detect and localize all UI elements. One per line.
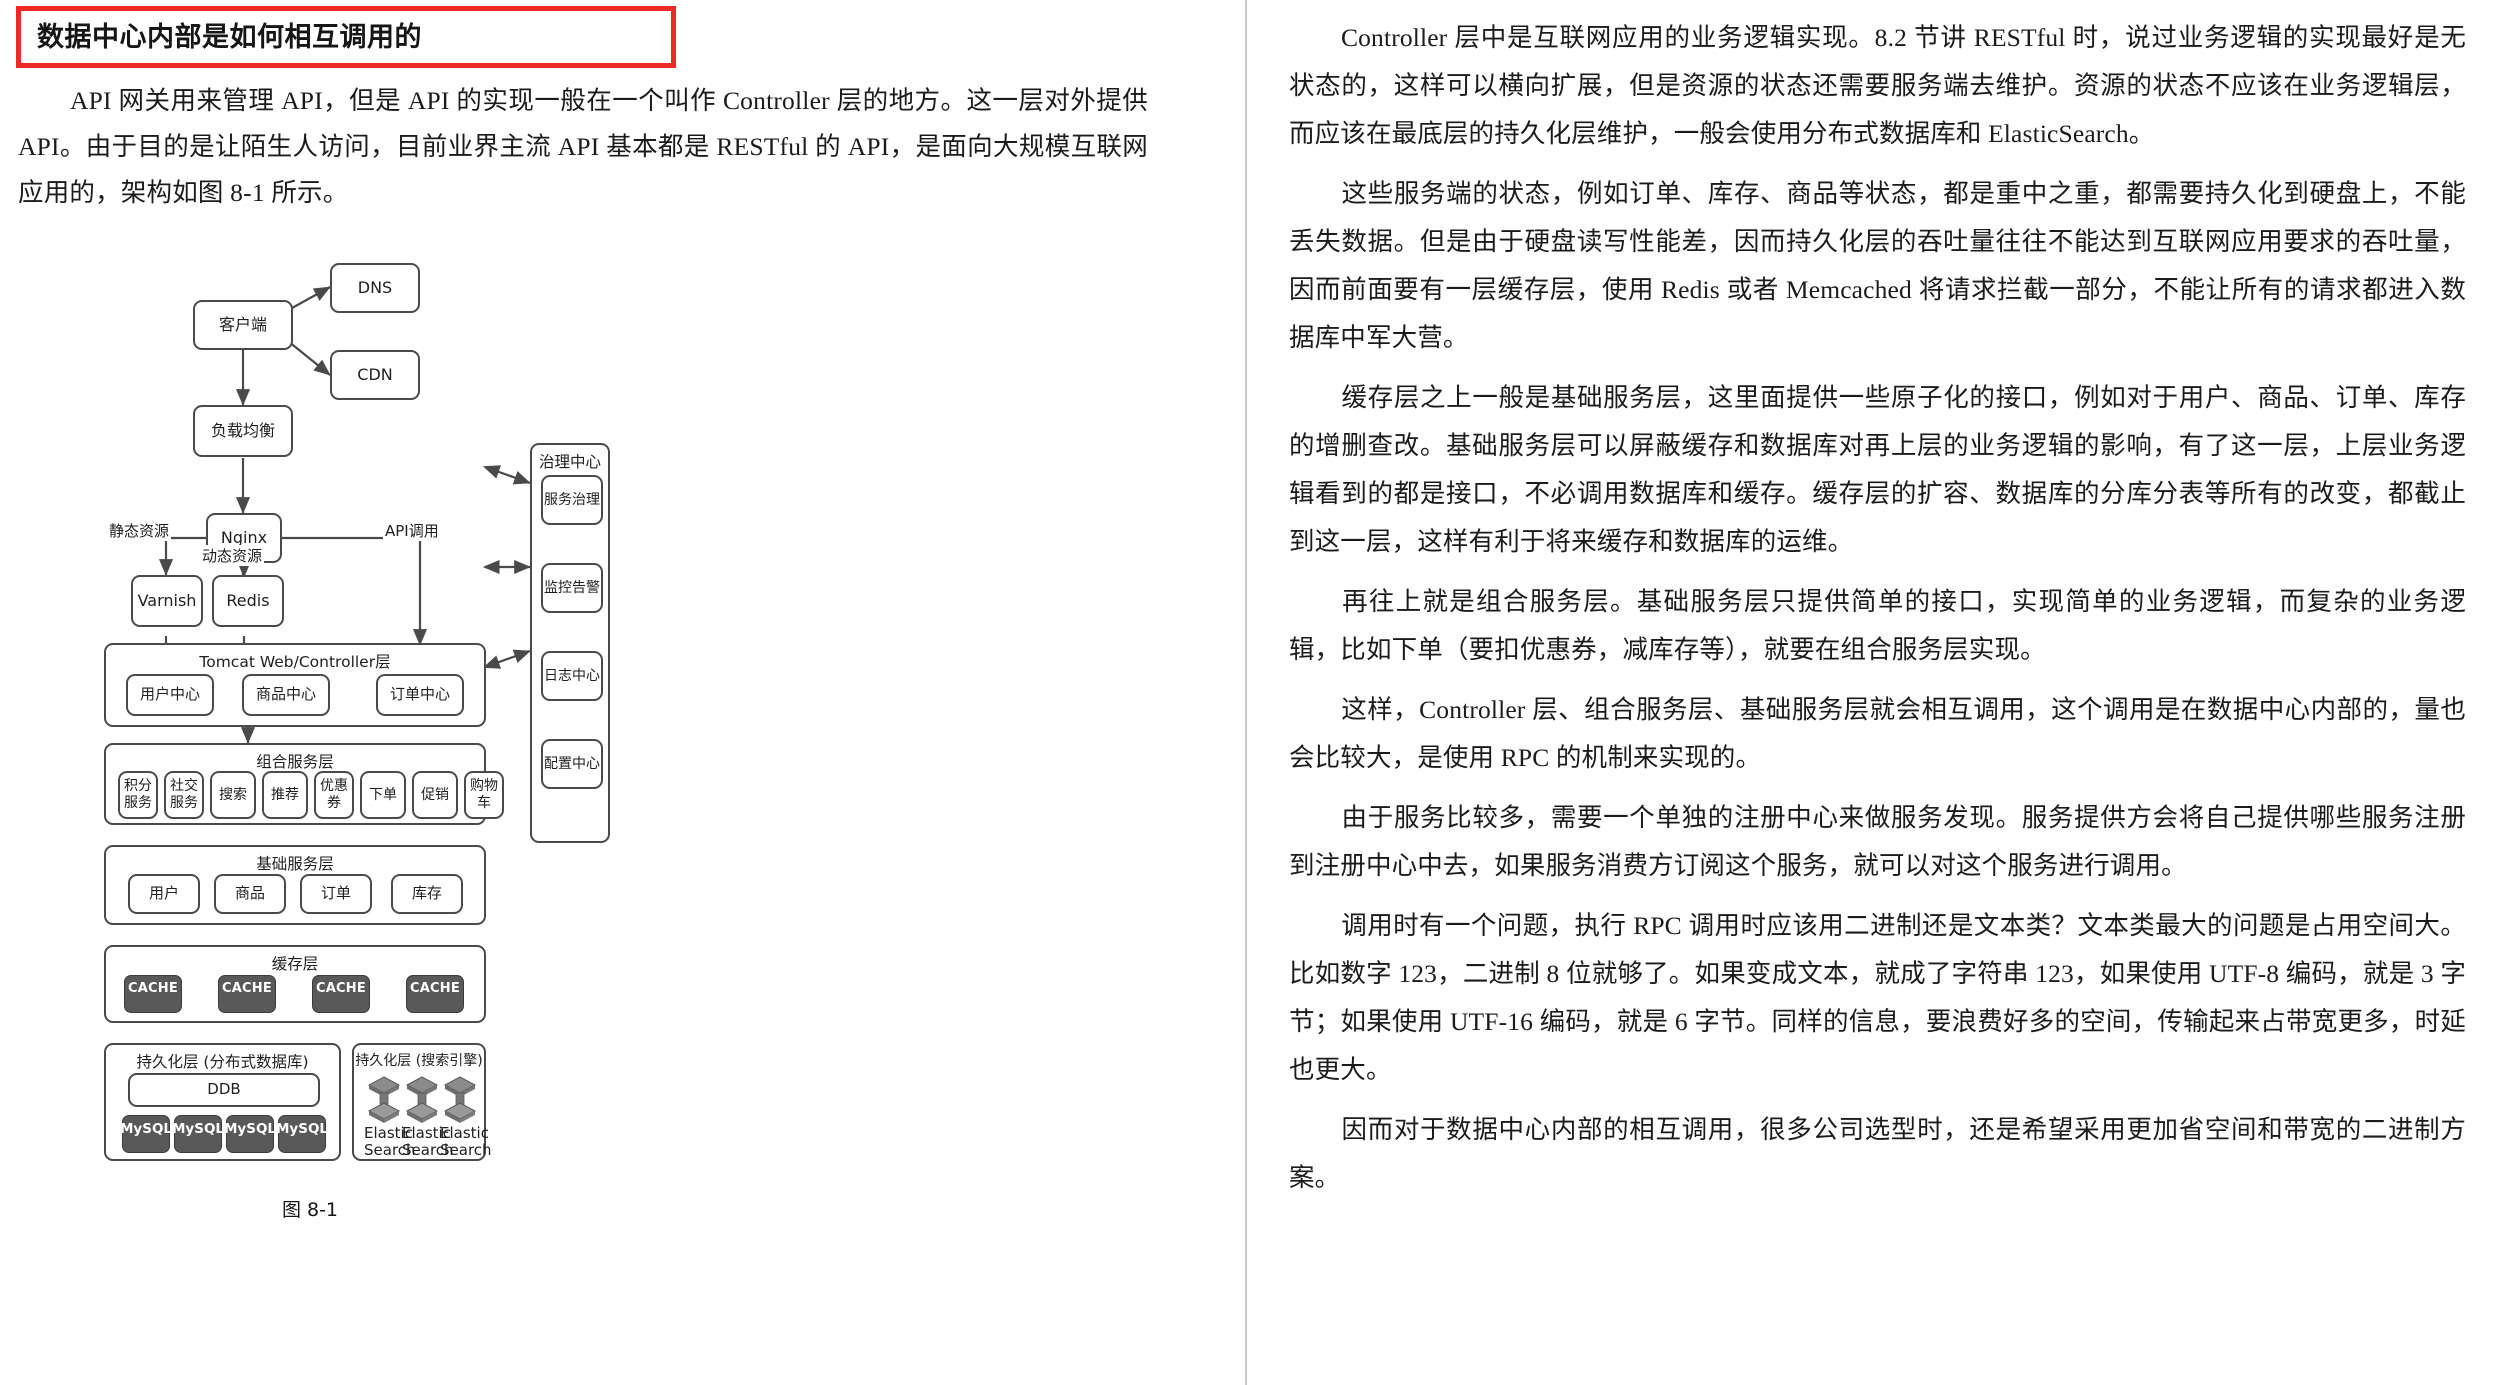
composite-item-social-service: 社交 服务	[164, 771, 204, 819]
cache-chip: CACHE	[406, 975, 464, 1013]
body-paragraph-text: 再往上就是组合服务层。基础服务层只提供简单的接口，实现简单的业务逻辑，而复杂的业…	[1289, 587, 2466, 664]
body-paragraph-text: 因而对于数据中心内部的相互调用，很多公司选型时，还是希望采用更加省空间和带宽的二…	[1289, 1115, 2466, 1192]
mysql-chip: MySQL	[120, 1115, 172, 1153]
governance-item-monitoring-alert: 监控告警	[541, 563, 603, 613]
controller-item-user-center: 用户中心	[126, 674, 214, 716]
body-paragraph: 再往上就是组合服务层。基础服务层只提供简单的接口，实现简单的业务逻辑，而复杂的业…	[1289, 578, 2466, 674]
intro-text: API 网关用来管理 API，但是 API 的实现一般在一个叫作 Control…	[18, 86, 1148, 207]
mysql-chip: MySQL	[276, 1115, 328, 1153]
intro-paragraph: API 网关用来管理 API，但是 API 的实现一般在一个叫作 Control…	[18, 78, 1148, 216]
mysql-chip: MySQL	[224, 1115, 276, 1153]
layer-cache: 缓存层 CACHE CACHE CACHE CACHE	[104, 945, 486, 1023]
governance-item-config-center: 配置中心	[541, 739, 603, 789]
body-paragraph-text: 调用时有一个问题，执行 RPC 调用时应该用二进制还是文本类？文本类最大的问题是…	[1289, 911, 2466, 1084]
basic-item-product: 商品	[214, 874, 286, 914]
edge-label-static-resource: 静态资源	[107, 520, 172, 541]
body-paragraph-text: Controller 层中是互联网应用的业务逻辑实现。8.2 节讲 RESTfu…	[1289, 23, 2466, 148]
body-paragraph: 这些服务端的状态，例如订单、库存、商品等状态，都是重中之重，都需要持久化到硬盘上…	[1289, 170, 2466, 362]
layer-controller-title: Tomcat Web/Controller层	[199, 653, 391, 671]
layer-basic-service: 基础服务层 用户 商品 订单 库存	[104, 845, 486, 925]
page-title: 数据中心内部是如何相互调用的	[37, 21, 422, 53]
layer-composite-service-title: 组合服务层	[256, 753, 334, 771]
node-varnish: Varnish	[131, 575, 203, 627]
document-page: 数据中心内部是如何相互调用的 API 网关用来管理 API，但是 API 的实现…	[0, 0, 2502, 1385]
layer-governance-center-title: 治理中心	[538, 453, 601, 471]
layer-basic-service-title: 基础服务层	[256, 855, 334, 873]
elasticsearch-label: Elastic Search	[402, 1124, 454, 1160]
composite-item-search: 搜索	[210, 771, 256, 819]
basic-item-inventory: 库存	[391, 874, 463, 914]
body-paragraph: 这样，Controller 层、组合服务层、基础服务层就会相互调用，这个调用是在…	[1289, 686, 2466, 782]
elasticsearch-label: Elastic Search	[364, 1124, 416, 1160]
body-paragraph-text: 由于服务比较多，需要一个单独的注册中心来做服务发现。服务提供方会将自己提供哪些服…	[1289, 803, 2466, 880]
governance-item-service-governance: 服务治理	[541, 475, 603, 525]
edge-label-dynamic-resource: 动态资源	[200, 545, 265, 566]
composite-item-recommend: 推荐	[262, 771, 308, 819]
body-paragraph-text: 这些服务端的状态，例如订单、库存、商品等状态，都是重中之重，都需要持久化到硬盘上…	[1289, 179, 2466, 352]
body-paragraph: Controller 层中是互联网应用的业务逻辑实现。8.2 节讲 RESTfu…	[1289, 14, 2466, 158]
body-paragraph: 因而对于数据中心内部的相互调用，很多公司选型时，还是希望采用更加省空间和带宽的二…	[1289, 1106, 2466, 1202]
node-dns: DNS	[330, 263, 420, 313]
composite-item-place-order: 下单	[360, 771, 406, 819]
layer-persistence-search: 持久化层 (搜索引擎) Elastic Search Elastic Searc…	[352, 1043, 492, 1161]
layer-persistence-search-title: 持久化层 (搜索引擎)	[355, 1053, 483, 1069]
composite-item-shopping-cart: 购物 车	[464, 771, 504, 819]
body-paragraph-text: 这样，Controller 层、组合服务层、基础服务层就会相互调用，这个调用是在…	[1289, 695, 2466, 772]
cache-chip: CACHE	[124, 975, 182, 1013]
layer-controller: Tomcat Web/Controller层 用户中心 商品中心 订单中心	[104, 643, 486, 727]
basic-item-user: 用户	[128, 874, 200, 914]
composite-item-points-service: 积分 服务	[118, 771, 158, 819]
edge-label-api-call: API调用	[383, 520, 441, 541]
node-redis: Redis	[212, 575, 284, 627]
section-heading-highlight: 数据中心内部是如何相互调用的	[16, 6, 676, 68]
figure-caption: 图 8-1	[281, 1199, 339, 1221]
node-load-balancer: 负载均衡	[193, 405, 293, 457]
node-ddb: DDB	[128, 1073, 320, 1107]
controller-item-product-center: 商品中心	[242, 674, 330, 716]
elasticsearch-label: Elastic Search	[440, 1124, 492, 1160]
body-paragraph: 由于服务比较多，需要一个单独的注册中心来做服务发现。服务提供方会将自己提供哪些服…	[1289, 794, 2466, 890]
composite-item-promotion: 促销	[412, 771, 458, 819]
governance-item-log-center: 日志中心	[541, 651, 603, 701]
left-column: 数据中心内部是如何相互调用的 API 网关用来管理 API，但是 API 的实现…	[0, 0, 1245, 1385]
node-client: 客户端	[193, 300, 293, 350]
layer-persistence-database: 持久化层 (分布式数据库) DDB MySQL MySQL MySQL MySQ…	[104, 1043, 341, 1161]
layer-cache-title: 缓存层	[271, 955, 319, 973]
layer-persistence-database-title: 持久化层 (分布式数据库)	[136, 1053, 309, 1071]
right-column: Controller 层中是互联网应用的业务逻辑实现。8.2 节讲 RESTfu…	[1247, 0, 2502, 1385]
node-cdn: CDN	[330, 350, 420, 400]
layer-governance-center: 治理中心 服务治理 监控告警 日志中心 配置中心	[530, 443, 610, 843]
composite-item-coupon: 优惠 券	[314, 771, 354, 819]
cache-chip: CACHE	[218, 975, 276, 1013]
layer-composite-service: 组合服务层 积分 服务 社交 服务 搜索 推荐 优惠 券 下单 促销 购物 车	[104, 743, 504, 825]
basic-item-order: 订单	[300, 874, 372, 914]
architecture-figure: 客户端 DNS CDN 负载均衡 Nginx Varnish Redis 静态资…	[0, 215, 1245, 1335]
controller-item-order-center: 订单中心	[376, 674, 464, 716]
body-paragraph: 缓存层之上一般是基础服务层，这里面提供一些原子化的接口，例如对于用户、商品、订单…	[1289, 374, 2466, 566]
body-paragraph: 调用时有一个问题，执行 RPC 调用时应该用二进制还是文本类？文本类最大的问题是…	[1289, 902, 2466, 1094]
body-paragraph-text: 缓存层之上一般是基础服务层，这里面提供一些原子化的接口，例如对于用户、商品、订单…	[1289, 383, 2466, 556]
cache-chip: CACHE	[312, 975, 370, 1013]
mysql-chip: MySQL	[172, 1115, 224, 1153]
